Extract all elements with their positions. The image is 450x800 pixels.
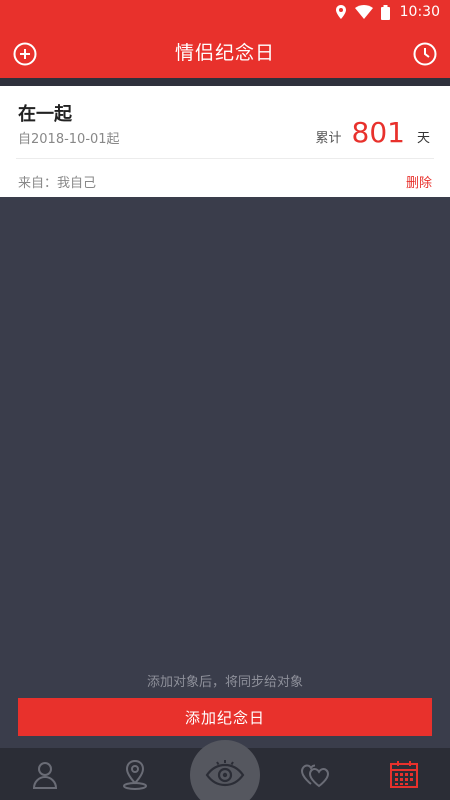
wifi-icon bbox=[354, 5, 373, 19]
hearts-icon[interactable] bbox=[299, 758, 331, 790]
delete-button[interactable]: 删除 bbox=[406, 172, 432, 191]
total-label: 累计 bbox=[315, 131, 342, 146]
location-pin-icon[interactable] bbox=[119, 758, 151, 790]
anniversary-source: 来自：我自己 bbox=[18, 176, 97, 191]
sync-hint: 添加对象后，将同步给对象 bbox=[146, 675, 303, 690]
battery-icon bbox=[380, 4, 390, 20]
days-unit: 天 bbox=[416, 131, 430, 146]
location-icon bbox=[335, 5, 347, 19]
eye-icon bbox=[205, 760, 245, 787]
status-time: 10:30 bbox=[399, 4, 440, 20]
card-divider bbox=[16, 158, 434, 159]
eye-button[interactable] bbox=[190, 740, 260, 800]
status-bar: 10:30 bbox=[0, 0, 450, 24]
person-icon[interactable] bbox=[29, 758, 61, 790]
days-count: 801 bbox=[351, 116, 405, 149]
calendar-icon[interactable] bbox=[388, 758, 420, 790]
screen: 10:30 情侣纪念日 在一起 自2018-10-01起 累计 801 天 来自… bbox=[0, 0, 450, 800]
header-shadow bbox=[0, 78, 450, 86]
bottom-nav bbox=[0, 740, 450, 800]
page-title: 情侣纪念日 bbox=[174, 41, 275, 64]
app-bar: 情侣纪念日 bbox=[0, 24, 450, 78]
anniversary-card[interactable]: 在一起 自2018-10-01起 累计 801 天 来自：我自己 删除 bbox=[0, 86, 450, 197]
clock-icon[interactable] bbox=[412, 41, 438, 67]
add-circle-icon[interactable] bbox=[12, 41, 38, 67]
add-anniversary-button[interactable]: 添加纪念日 bbox=[18, 698, 432, 736]
anniversary-name: 在一起 bbox=[18, 104, 72, 125]
days-total: 累计 801 天 bbox=[316, 116, 430, 149]
anniversary-start-date: 自2018-10-01起 bbox=[18, 132, 120, 147]
